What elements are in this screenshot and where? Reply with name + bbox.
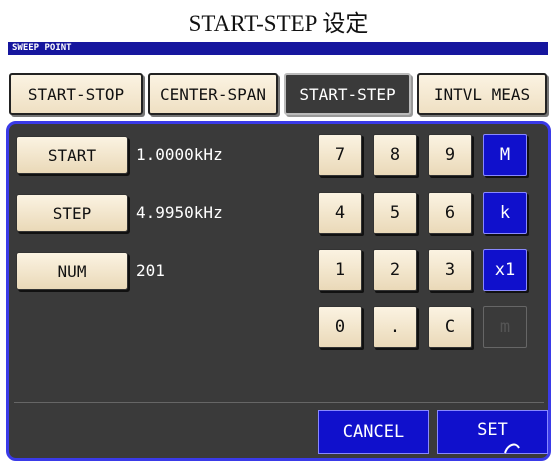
- start-value: 1.0000kHz: [136, 145, 223, 164]
- step-value: 4.9950kHz: [136, 203, 223, 222]
- key-4[interactable]: 4: [318, 192, 362, 234]
- window-title: START-STEP 设定: [188, 11, 369, 36]
- key-clear[interactable]: C: [428, 306, 472, 348]
- key-mega[interactable]: M: [483, 134, 527, 176]
- tab-center-span[interactable]: CENTER-SPAN: [148, 73, 278, 115]
- tab-intvl-meas[interactable]: INTVL MEAS: [417, 73, 547, 115]
- key-milli: m: [483, 306, 527, 348]
- key-5[interactable]: 5: [373, 192, 417, 234]
- key-x1[interactable]: x1: [483, 249, 527, 291]
- start-button[interactable]: START: [16, 136, 128, 174]
- key-7[interactable]: 7: [318, 134, 362, 176]
- key-2[interactable]: 2: [373, 249, 417, 291]
- key-8[interactable]: 8: [373, 134, 417, 176]
- key-9[interactable]: 9: [428, 134, 472, 176]
- key-6[interactable]: 6: [428, 192, 472, 234]
- num-value: 201: [136, 261, 165, 280]
- key-0[interactable]: 0: [318, 306, 362, 348]
- key-3[interactable]: 3: [428, 249, 472, 291]
- key-kilo[interactable]: k: [483, 192, 527, 234]
- panel-divider: [14, 402, 544, 403]
- sweep-point-label: SWEEP POINT: [8, 42, 548, 55]
- cancel-button[interactable]: CANCEL: [318, 410, 429, 454]
- key-1[interactable]: 1: [318, 249, 362, 291]
- num-button[interactable]: NUM: [16, 252, 128, 290]
- set-button[interactable]: SET: [437, 410, 548, 454]
- key-decimal[interactable]: .: [373, 306, 417, 348]
- step-button[interactable]: STEP: [16, 194, 128, 232]
- tab-start-step[interactable]: START-STEP: [284, 73, 411, 115]
- tab-start-stop[interactable]: START-STOP: [9, 73, 143, 115]
